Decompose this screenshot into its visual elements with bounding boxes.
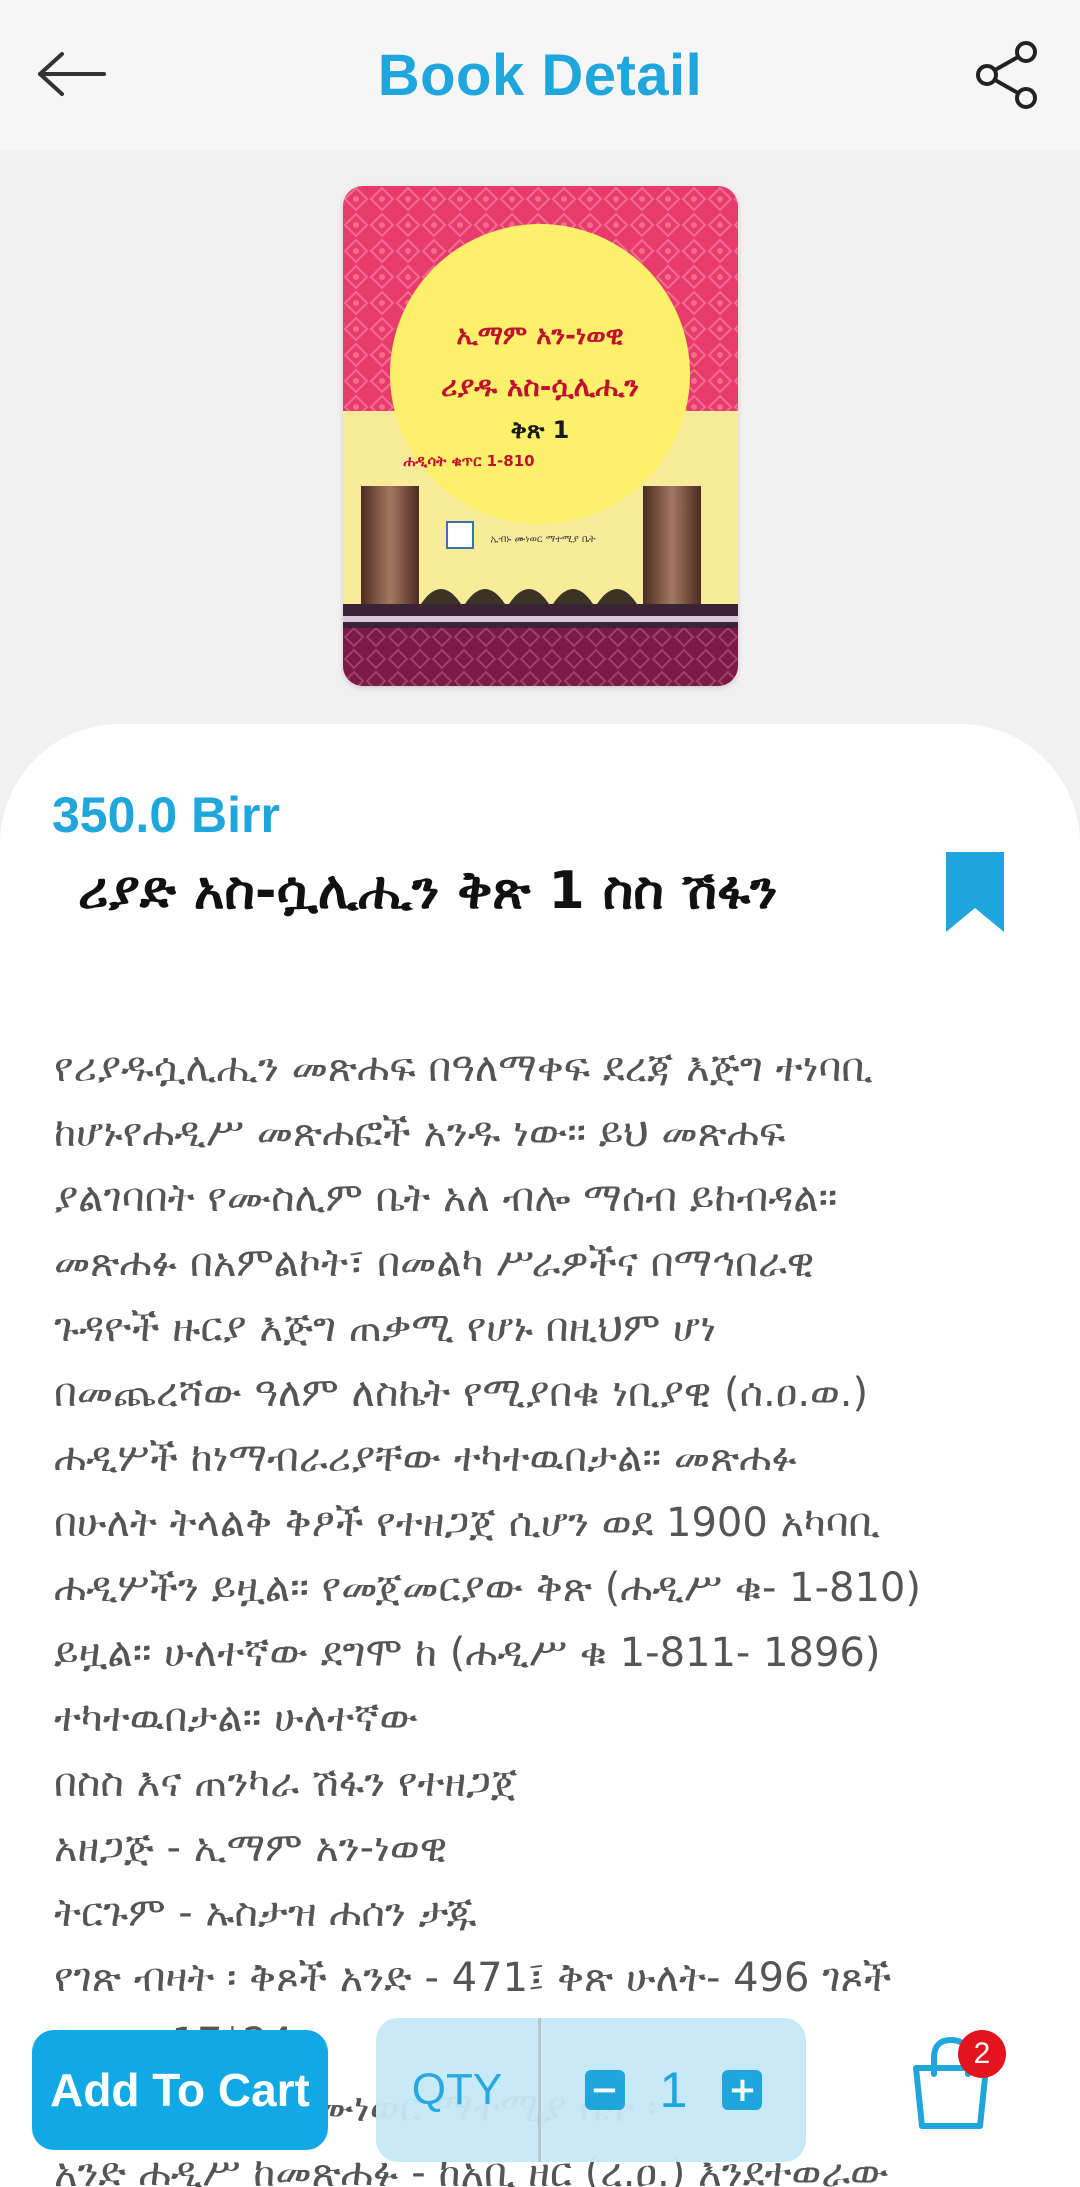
- cover-line-4: ሐዲሳት ቁጥር 1-810: [403, 452, 534, 470]
- increment-button[interactable]: +: [722, 2070, 763, 2110]
- description-line: ጉዳዮች ዙርያ እጅግ ጠቃሚ የሆኑ በዚህም ሆነ: [54, 1305, 717, 1351]
- book-title: ሪያድ አስ-ሷሊሒን ቅጽ 1 ስስ ሽፋን: [78, 861, 778, 921]
- description-line: ያልገባበት የሙስሊም ቤት አለ ብሎ ማሰብ ይከብዳል።: [54, 1175, 838, 1221]
- description-line: ሐዲሦችን ይዟል። የመጀመርያው ቅጽ (ሐዲሥ ቁ- 1-810): [54, 1565, 921, 1611]
- page-title: Book Detail: [377, 42, 703, 108]
- description-line: ትርጉም - ኡስታዝ ሐሰን ታጁ: [54, 1890, 477, 1936]
- book-description: የሪያዱሷሊሒን መጽሐፍ በዓለማቀፍ ደረጃ እጅግ ተነባቢ ከሆኑየሐዲሥ…: [54, 1036, 1044, 2187]
- description-line: ተካተዉበታል። ሁለተኛው: [54, 1695, 418, 1741]
- quantity-stepper: QTY − 1 +: [376, 2018, 806, 2162]
- book-cover-image: ኢማም አን-ነወዊ ሪያዱ አስ-ሷሊሒን ቅጽ 1 ሐዲሳት ቁጥር 1-8…: [343, 186, 738, 686]
- app-bar: Book Detail: [0, 0, 1080, 150]
- share-icon: [976, 41, 1037, 109]
- description-line: ከሆኑየሐዲሥ መጽሐፎች አንዱ ነው። ይህ መጽሐፍ: [54, 1110, 786, 1156]
- qty-label: QTY: [411, 2065, 503, 2114]
- description-line: ሐዲሦች ከነማብራሪያቸው ተካተዉበታል። መጽሐፉ: [54, 1435, 798, 1481]
- cover-line-1: ኢማም አን-ነወዊ: [457, 321, 624, 351]
- cover-publisher: ኢብኑ ሙነወር ማተሚያ ቤት: [490, 534, 595, 545]
- description-line: የሪያዱሷሊሒን መጽሐፍ በዓለማቀፍ ደረጃ እጅግ ተነባቢ: [54, 1045, 873, 1091]
- description-line: አዘጋጅ - ኢማም አን-ነወዊ: [54, 1825, 448, 1871]
- description-line: በሁለት ትላልቅ ቅፆች የተዘጋጀ ሲሆን ወደ 1900 አካባቢ: [54, 1500, 881, 1546]
- description-line: በመጨረሻው ዓለም ለስኬት የሚያበቁ ነቢያዊ (ሰ.ዐ.ወ.): [54, 1370, 869, 1416]
- bookmark-button[interactable]: [946, 852, 1004, 932]
- bookmark-icon: [946, 852, 1004, 932]
- book-cover[interactable]: ኢማም አን-ነወዊ ሪያዱ አስ-ሷሊሒን ቅጽ 1 ሐዲሳት ቁጥር 1-8…: [343, 186, 738, 686]
- arrow-left-icon: [38, 52, 106, 96]
- quantity-value: 1: [659, 2062, 688, 2118]
- decrement-button[interactable]: −: [584, 2070, 625, 2110]
- qty-controls: − 1 +: [541, 2061, 806, 2119]
- description-line: መጽሐፉ በአምልኮት፣ በመልካ ሥራዎችና በማኅበራዊ: [54, 1240, 815, 1286]
- description-line: የገጽ ብዛት ፡ ቅጾች አንድ - 471፤ ቅጽ ሁለት- 496 ገጾች: [54, 1955, 892, 2001]
- cover-line-2: ሪያዱ አስ-ሷሊሒን: [441, 370, 639, 403]
- cover-line-3: ቅጽ 1: [511, 416, 570, 444]
- cart-count-badge: 2: [958, 2030, 1006, 2078]
- description-line: በስስ እና ጠንካራ ሽፋን የተዘጋጀ: [54, 1760, 518, 1806]
- add-to-cart-button[interactable]: Add To Cart: [32, 2030, 328, 2150]
- share-button[interactable]: [970, 38, 1044, 112]
- description-line: ይዟል። ሁለተኛው ደግሞ ከ (ሐዲሥ ቁ 1-811- 1896): [54, 1630, 881, 1676]
- back-button[interactable]: [36, 42, 108, 106]
- book-price: 350.0 Birr: [52, 787, 280, 843]
